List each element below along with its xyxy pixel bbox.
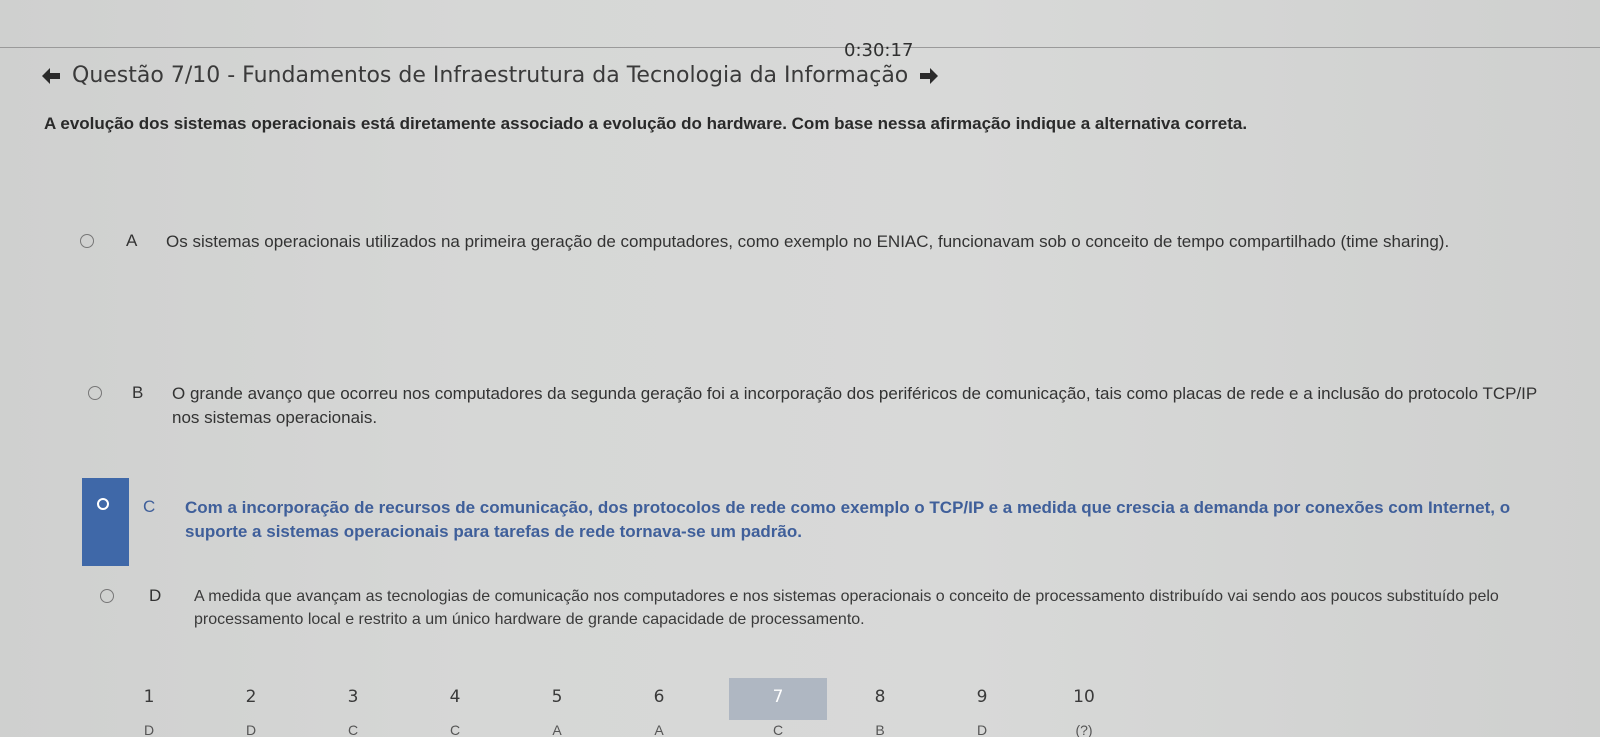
- option-a-letter: A: [126, 231, 138, 250]
- page-button-7-current[interactable]: 7: [729, 678, 827, 720]
- question-statement: A evolução dos sistemas operacionais est…: [44, 114, 1248, 133]
- arrow-left-icon[interactable]: [40, 67, 62, 85]
- answer-summary-row: D D C C A A C B D (?): [100, 722, 1150, 737]
- option-b[interactable]: B O grande avanço que ocorreu nos comput…: [88, 382, 1562, 430]
- answer-7: C: [772, 722, 784, 737]
- page-button-3[interactable]: 3: [304, 678, 402, 720]
- option-c-text: Com a incorporação de recursos de comuni…: [185, 498, 1511, 541]
- option-b-text: O grande avanço que ocorreu nos computad…: [172, 384, 1537, 427]
- option-a-text: Os sistemas operacionais utilizados na p…: [166, 232, 1450, 251]
- question-pager: 1 2 3 4 5 6 7 8 9 10: [100, 678, 1150, 720]
- option-a-radio[interactable]: [80, 234, 94, 248]
- page-button-10[interactable]: 10: [1035, 678, 1133, 720]
- answer-5: A: [552, 722, 562, 737]
- arrow-right-icon[interactable]: [918, 67, 940, 85]
- answer-3: C: [347, 722, 359, 737]
- page-button-6[interactable]: 6: [610, 678, 708, 720]
- option-c-selected-marker[interactable]: [82, 478, 129, 566]
- option-a[interactable]: A Os sistemas operacionais utilizados na…: [80, 230, 1556, 254]
- option-c[interactable]: C Com a incorporação de recursos de comu…: [143, 496, 1555, 544]
- option-c-letter: C: [143, 497, 156, 516]
- header-divider: [0, 47, 1600, 48]
- answer-1: D: [143, 722, 155, 737]
- answer-6: A: [654, 722, 664, 737]
- answer-9: D: [976, 722, 988, 737]
- page-button-8[interactable]: 8: [831, 678, 929, 720]
- page-button-9[interactable]: 9: [933, 678, 1031, 720]
- option-b-radio[interactable]: [88, 386, 102, 400]
- page-button-1[interactable]: 1: [100, 678, 198, 720]
- answer-10: (?): [1075, 722, 1093, 737]
- option-d-text: A medida que avançam as tecnologias de c…: [194, 588, 1499, 628]
- option-d-letter: D: [149, 586, 162, 605]
- option-d-radio[interactable]: [100, 589, 114, 603]
- timer: 0:30:17: [844, 40, 914, 61]
- question-title: Questão 7/10 - Fundamentos de Infraestru…: [72, 63, 909, 88]
- option-c-radio[interactable]: [97, 498, 109, 510]
- page-button-2[interactable]: 2: [202, 678, 300, 720]
- answer-8: B: [875, 722, 885, 737]
- option-d[interactable]: D A medida que avançam as tecnologias de…: [100, 585, 1564, 631]
- page-button-5[interactable]: 5: [508, 678, 606, 720]
- option-b-letter: B: [132, 383, 144, 402]
- answer-2: D: [245, 722, 257, 737]
- title-row: Questão 7/10 - Fundamentos de Infraestru…: [40, 63, 940, 88]
- answer-4: C: [449, 722, 461, 737]
- page-button-4[interactable]: 4: [406, 678, 504, 720]
